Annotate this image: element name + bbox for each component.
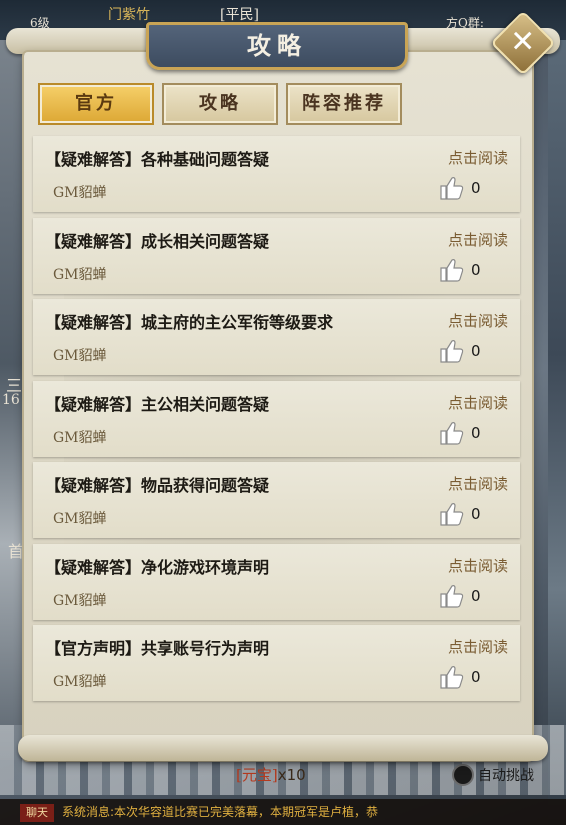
chat-message: 系统消息:本次华容道比赛已完美落幕，本期冠军是卢植，恭 [62,805,379,819]
thumbs-up-icon[interactable] [437,256,465,284]
like-button[interactable]: 0 [437,663,481,691]
article-item[interactable]: 【疑难解答】主公相关问题答疑 GM貂蝉 点击阅读 0 [33,380,520,457]
thumbs-up-icon[interactable] [437,174,465,202]
dialog-title-plate: 攻略 [146,22,408,70]
reward-label: [元宝]x10 [236,764,306,785]
like-button[interactable]: 0 [437,256,481,284]
read-link[interactable]: 点击阅读 [448,473,508,494]
like-count: 0 [471,260,481,279]
article-title: 【疑难解答】城主府的主公军衔等级要求 [45,313,334,332]
auto-fight-toggle[interactable]: 自动挑战 [452,764,534,786]
radio-icon[interactable] [452,764,474,786]
tab-lineup-recommend[interactable]: 阵容推荐 [286,83,402,125]
article-item[interactable]: 【疑难解答】成长相关问题答疑 GM貂蝉 点击阅读 0 [33,217,520,294]
article-item[interactable]: 【疑难解答】城主府的主公军衔等级要求 GM貂蝉 点击阅读 0 [33,299,520,375]
like-count: 0 [471,342,481,360]
thumbs-up-icon[interactable] [437,582,465,610]
background-text: 首 [8,542,25,561]
tab-official[interactable]: 官方 [38,83,154,125]
chat-tag[interactable]: 聊天 [20,803,54,822]
article-author: GM貂蝉 [53,592,107,609]
thumbs-up-icon[interactable] [437,337,465,365]
article-item[interactable]: 【官方声明】共享账号行为声明 GM貂蝉 点击阅读 0 [33,625,520,701]
read-link[interactable]: 点击阅读 [448,229,508,250]
background-scenery-right [548,40,566,825]
like-button[interactable]: 0 [437,174,481,202]
tab-guide[interactable]: 攻略 [162,83,278,125]
thumbs-up-icon[interactable] [437,419,465,447]
background-text: 16 [2,392,20,408]
article-title: 【疑难解答】物品获得问题答疑 [45,476,270,495]
article-author: GM貂蝉 [53,674,107,690]
article-title: 【官方声明】共享账号行为声明 [45,639,270,658]
scroll-roll-bottom [18,735,548,761]
read-link[interactable]: 点击阅读 [448,392,508,413]
like-count: 0 [471,505,481,523]
like-button[interactable]: 0 [437,582,481,610]
read-link[interactable]: 点击阅读 [448,636,508,657]
read-link[interactable]: 点击阅读 [448,310,508,331]
like-button[interactable]: 0 [437,337,481,365]
like-count: 0 [471,179,481,197]
like-button[interactable]: 0 [437,419,481,447]
rank-tag: [平民] [220,7,259,23]
read-link[interactable]: 点击阅读 [448,555,508,576]
chat-bar[interactable]: 聊天 系统消息:本次华容道比赛已完美落幕，本期冠军是卢植，恭 [0,799,566,825]
auto-fight-label: 自动挑战 [478,768,534,784]
tab-bar: 官方 攻略 阵容推荐 [38,83,402,125]
like-count: 0 [471,668,481,686]
article-title: 【疑难解答】成长相关问题答疑 [45,231,270,251]
like-button[interactable]: 0 [437,500,481,528]
article-item[interactable]: 【疑难解答】净化游戏环境声明 GM貂蝉 点击阅读 0 [33,543,520,620]
close-icon[interactable]: ✕ [510,25,535,60]
article-list: 【疑难解答】各种基础问题答疑 GM貂蝉 点击阅读 0 【疑难解答】成长相关问题答… [33,136,520,707]
article-author: GM貂蝉 [53,429,107,446]
thumbs-up-icon[interactable] [437,663,465,691]
like-count: 0 [471,423,481,442]
reward-multiplier: x10 [277,766,306,784]
article-title: 【疑难解答】净化游戏环境声明 [45,557,270,577]
article-author: GM貂蝉 [53,511,107,527]
dialog-title: 攻略 [247,31,307,60]
article-item[interactable]: 【疑难解答】各种基础问题答疑 GM貂蝉 点击阅读 0 [33,136,520,212]
player-name: 门紫竹 [108,7,150,23]
article-title: 【疑难解答】主公相关问题答疑 [45,394,270,414]
article-author: GM貂蝉 [53,185,107,201]
article-title: 【疑难解答】各种基础问题答疑 [45,150,270,169]
read-link[interactable]: 点击阅读 [448,147,508,168]
article-author: GM貂蝉 [53,266,107,283]
thumbs-up-icon[interactable] [437,500,465,528]
article-item[interactable]: 【疑难解答】物品获得问题答疑 GM貂蝉 点击阅读 0 [33,462,520,538]
reward-item: [元宝] [236,766,278,784]
article-author: GM貂蝉 [53,348,107,364]
like-count: 0 [471,586,481,605]
